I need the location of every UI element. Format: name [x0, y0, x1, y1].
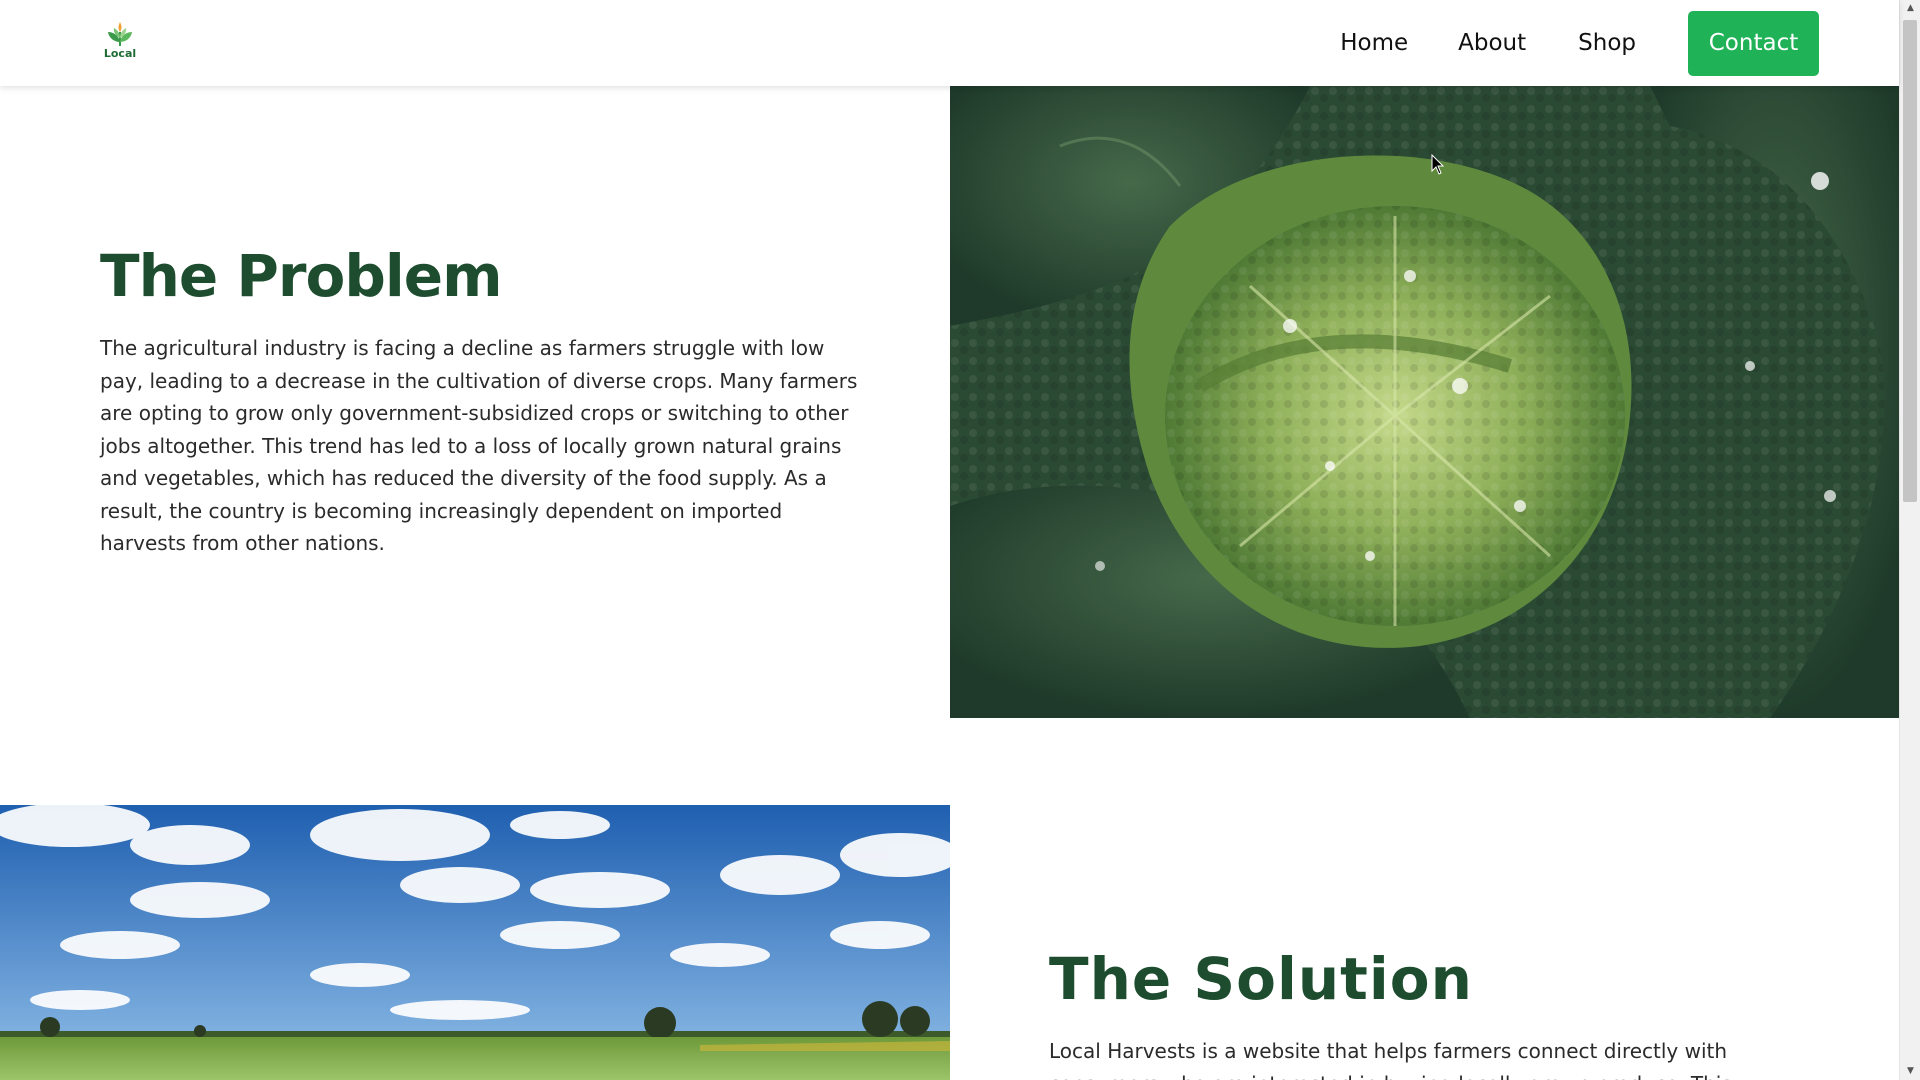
problem-text-block: The Problem The agricultural industry is…: [100, 240, 860, 560]
cabbage-image: [950, 86, 1899, 718]
site-header: Local Home About Shop Contact: [0, 0, 1899, 86]
page-scrollbar[interactable]: ▲ ▼: [1899, 0, 1920, 1080]
problem-body: The agricultural industry is facing a de…: [100, 336, 858, 555]
logo-text: Local: [103, 47, 137, 60]
field-image: [0, 805, 950, 1080]
solution-title: The Solution: [1049, 945, 1473, 1013]
scrollbar-thumb[interactable]: [1903, 20, 1917, 502]
nav-home[interactable]: Home: [1340, 11, 1408, 76]
main-nav: Home About Shop Contact: [1340, 11, 1819, 76]
arrow-up-icon[interactable]: ▲: [1900, 0, 1920, 17]
problem-title: The Problem: [100, 242, 503, 310]
nav-shop[interactable]: Shop: [1578, 11, 1636, 76]
logo-link[interactable]: Local: [98, 18, 142, 66]
arrow-down-icon[interactable]: ▼: [1900, 1063, 1920, 1080]
leaf-sprout-logo-icon: [108, 22, 132, 46]
solution-text-block: The Solution Local Harvests is a website…: [1049, 943, 1819, 1080]
mouse-pointer-icon: [1431, 154, 1445, 175]
contact-button[interactable]: Contact: [1688, 11, 1819, 76]
solution-body: Local Harvests is a website that helps f…: [1049, 1039, 1732, 1080]
nav-about[interactable]: About: [1458, 11, 1526, 76]
